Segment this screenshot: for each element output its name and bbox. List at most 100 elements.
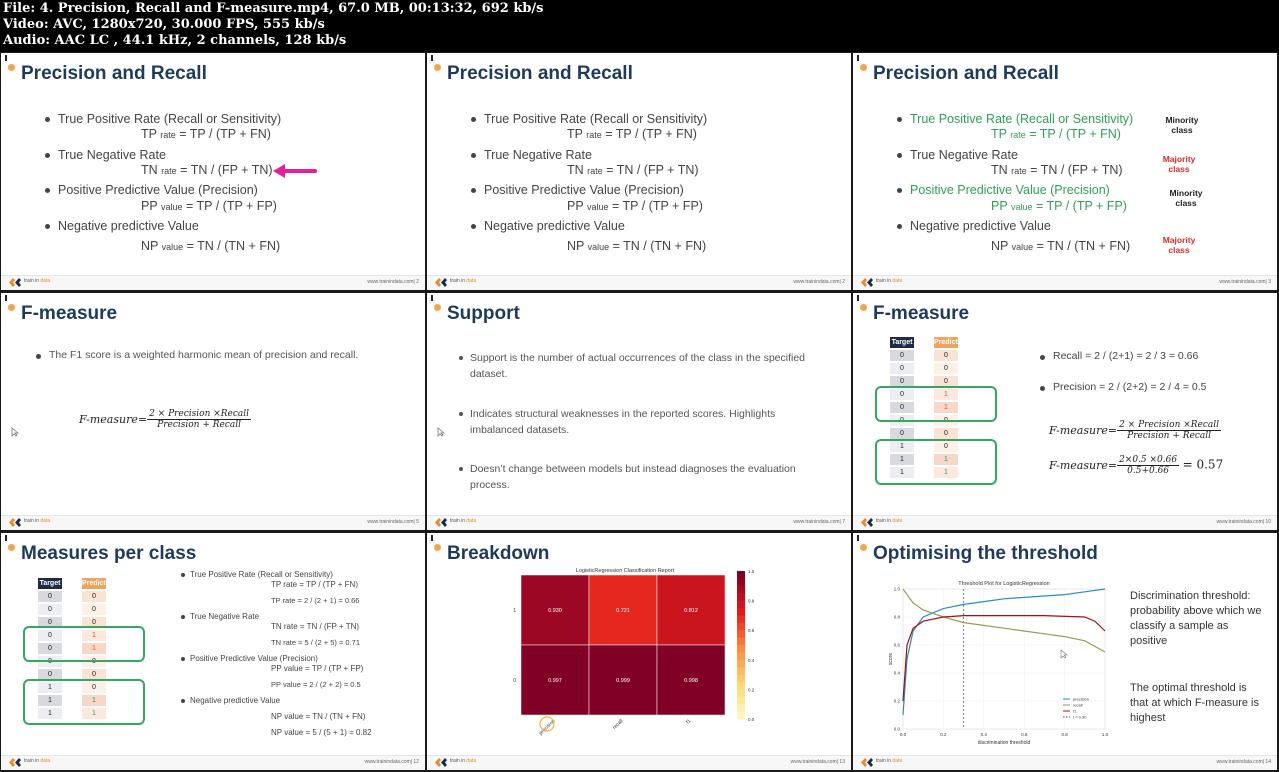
- slide-footer: train in data www.trainindata.com| 13: [427, 755, 851, 770]
- slide-title: F-measure: [873, 303, 970, 324]
- thumbnail-slide-6[interactable]: F-measure Target Prediction 0 0 0 0 0 0 0 1 0 1 0 0 0 0…: [853, 293, 1277, 530]
- x-tick-label: 0.6: [1021, 732, 1028, 737]
- corner-mark: [5, 55, 7, 61]
- colorbar-tick: 0.2: [748, 687, 755, 692]
- brand-logo-text: train in data: [876, 278, 903, 284]
- precision-calc: Precision = 2 / (2+2) = 2 / 4 = 0.5: [1040, 381, 1207, 393]
- thumbnail-slide-9[interactable]: Optimising the threshold Threshold Plot …: [853, 533, 1277, 770]
- slide-title: Breakdown: [447, 543, 550, 564]
- bullet-support-weakness: Indicates structural weaknesses in the r…: [459, 406, 810, 438]
- calc-tpr: TP rate = 2 / (2 + 1) = 0.66: [271, 596, 360, 605]
- thumbnail-slide-4[interactable]: F-measure The F1 score is a weighted har…: [1, 293, 425, 530]
- slide-title: Precision and Recall: [873, 63, 1059, 84]
- x-tick-label: 1.0: [1102, 732, 1109, 737]
- title-bullet-icon: [860, 304, 867, 311]
- thumbnail-slide-3[interactable]: Precision and Recall True Positive Rate …: [853, 53, 1277, 290]
- footer-url: www.trainindata.com| 2: [367, 279, 419, 285]
- colorbar-segment: [737, 667, 745, 676]
- threshold-plot-title: Threshold Plot for LogisticRegression: [958, 581, 1049, 587]
- brand-logo-icon: [9, 758, 21, 767]
- colorbar-segment: [737, 652, 745, 661]
- side-label-majority: Majority class: [1162, 154, 1196, 174]
- formula-tnr: TN rate = TN / (FP + TN): [271, 622, 360, 631]
- colorbar-segment: [737, 608, 745, 616]
- corner-mark: [857, 535, 859, 541]
- corner-mark: [5, 295, 7, 301]
- title-bullet-icon: [8, 304, 15, 311]
- slide-footer: train in data www.trainindata.com| 2: [1, 275, 425, 290]
- y-tick-label: 0.2: [894, 699, 901, 704]
- thumbnail-slide-8[interactable]: Breakdown LogisticRegression Classificat…: [427, 533, 851, 770]
- y-tick-label: 0.6: [894, 643, 901, 648]
- title-bullet-icon: [8, 64, 15, 71]
- threshold-description: Discrimination threshold: probability ab…: [1130, 590, 1262, 647]
- colorbar-segment: [737, 600, 745, 609]
- footer-url: www.trainindata.com| 2: [793, 279, 845, 285]
- thumbnail-slide-2[interactable]: Precision and Recall True Positive Rate …: [427, 53, 851, 290]
- formula-npv: NP value = TN / (TN + FN): [271, 712, 366, 721]
- slide-title: Support: [447, 303, 520, 324]
- colorbar-segment: [737, 674, 745, 683]
- formula-tpr: TP rate = TP / (TP + FN): [271, 580, 358, 589]
- brand-logo-icon: [9, 518, 21, 527]
- calc-tnr: TN rate = 5 / (2 + 5) = 0.71: [271, 638, 361, 647]
- bullet-tpr: True Positive Rate (Recall or Sensitivit…: [44, 112, 282, 126]
- heatmap-y-tick: 0: [513, 678, 516, 684]
- f-measure-formula: F-measure= 2 × Precision ×Recall Precision…: [1049, 420, 1222, 441]
- brand-logo-text: train in data: [450, 278, 477, 284]
- brand-logo-icon: [861, 278, 873, 287]
- brand-logo-text: train in data: [450, 758, 477, 764]
- slide-footer: train in data www.trainindata.com| 3: [853, 275, 1277, 290]
- slide-title: F-measure: [21, 303, 118, 324]
- recall-calc: Recall = 2 / (2+1) = 2 / 3 = 0.66: [1039, 350, 1199, 362]
- calc-ppv: PP value = 2 / (2 + 2) = 0.5: [271, 680, 361, 689]
- colorbar-segment: [737, 571, 745, 579]
- thumbnail-slide-1[interactable]: Precision and Recall True Positive Rate …: [1, 53, 425, 290]
- bullet-tnr: True Negative Rate: [45, 148, 166, 162]
- corner-mark: [431, 295, 433, 301]
- table-header-target: Target: [890, 337, 914, 348]
- title-bullet-icon: [434, 64, 441, 71]
- heatmap-x-tick: f1: [685, 718, 692, 725]
- f-measure-formula: F-measure= 2 × Precision ×Recall Precision…: [79, 409, 252, 430]
- formula-ppv: PP value = TP / (TP + FP): [271, 664, 364, 673]
- title-bullet-icon: [8, 544, 15, 551]
- formula-npv: NP value = TN / (TN + FN): [567, 239, 707, 253]
- mouse-cursor-icon: [11, 427, 19, 437]
- heatmap-cell-label: 0.721: [616, 608, 630, 614]
- brand-logo-text: train in data: [876, 518, 903, 524]
- heatmap-title: LogisticRegression Classification Report: [576, 568, 675, 574]
- colorbar-segment: [737, 622, 745, 631]
- y-tick-label: 0.8: [894, 615, 901, 620]
- colorbar-segment: [737, 696, 745, 705]
- colorbar-segment: [737, 637, 745, 646]
- x-tick-label: 0.4: [981, 732, 988, 737]
- table-cell-prediction: 0: [934, 350, 958, 361]
- table-cell-prediction: 0: [82, 604, 106, 615]
- footer-url: www.trainindata.com| 5: [367, 519, 419, 525]
- thumbnail-slide-7[interactable]: Measures per class Target Prediction 0 0 0 0 0…: [1, 533, 425, 770]
- formula-ppv: PP value = TP / (TP + FP): [991, 199, 1127, 213]
- table-header-target: Target: [38, 578, 62, 589]
- colorbar-segment: [737, 645, 745, 653]
- thumbnail-slide-5[interactable]: Support Support is the number of actual …: [427, 293, 851, 530]
- pointer-arrow-icon: [273, 164, 317, 178]
- colorbar-segment: [737, 578, 745, 587]
- footer-url: www.trainindata.com| 10: [1216, 519, 1271, 525]
- legend-label: t = 0.30: [1073, 715, 1087, 720]
- colorbar-tick: 0.0: [748, 717, 755, 722]
- heatmap-cell-label: 0.812: [684, 608, 698, 614]
- bullet-f1: The F1 score is a weighted harmonic mean…: [35, 349, 359, 361]
- footer-url: www.trainindata.com| 12: [364, 759, 419, 765]
- table-cell-target: 0: [890, 350, 914, 361]
- corner-mark: [5, 535, 7, 541]
- brand-logo-icon: [435, 518, 447, 527]
- bullet-ppv: Positive Predictive Value (Precision): [897, 183, 1110, 197]
- brand-logo-text: train in data: [876, 758, 903, 764]
- bullet-support-def: Support is the number of actual occurren…: [459, 350, 810, 382]
- colorbar-segment: [737, 615, 745, 624]
- formula-ppv: PP value = TP / (TP + FP): [141, 199, 277, 213]
- slide-footer: train in data www.trainindata.com| 12: [1, 755, 425, 770]
- corner-mark: [431, 535, 433, 541]
- bullet-support-models: Doesn’t change between models but instea…: [459, 461, 810, 493]
